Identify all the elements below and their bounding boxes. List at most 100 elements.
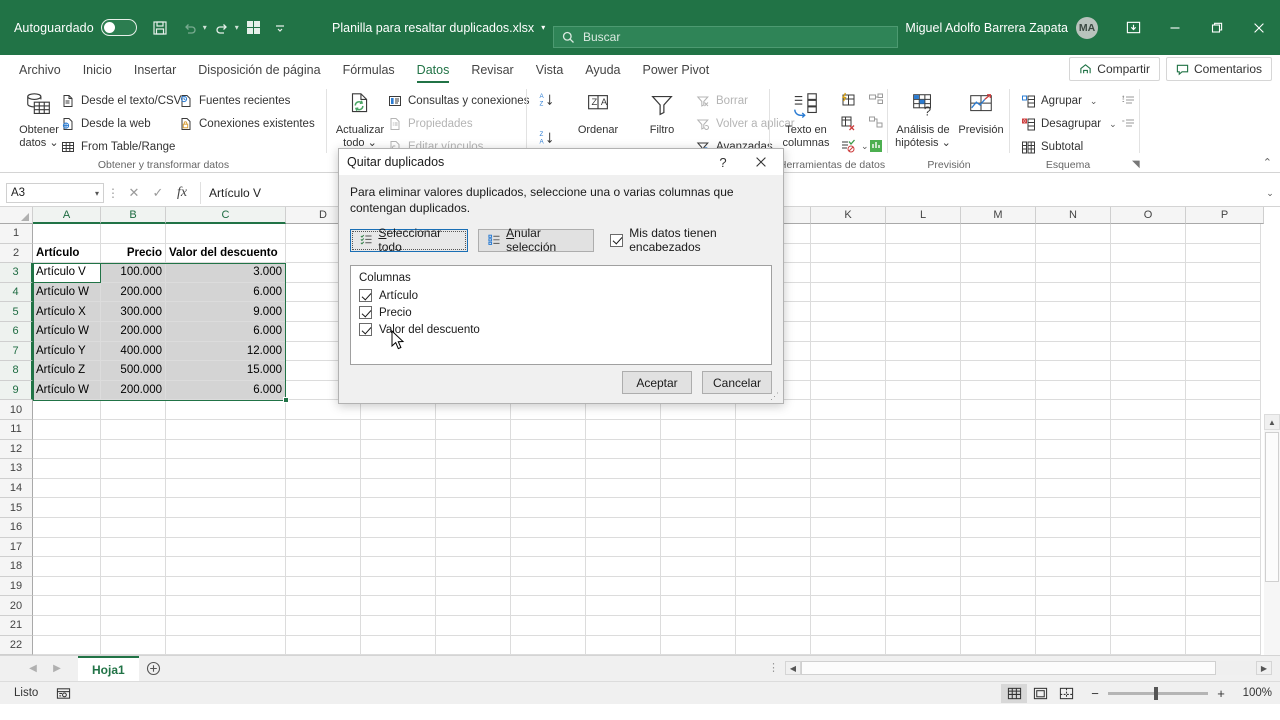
cell-o3[interactable] [1111, 263, 1186, 283]
cell-b21[interactable] [101, 616, 166, 636]
headers-checkbox[interactable] [610, 233, 624, 247]
cell-k15[interactable] [811, 498, 886, 518]
hide-detail-button[interactable] [1120, 114, 1136, 134]
cell-j17[interactable] [736, 537, 811, 558]
cell-p5[interactable] [1186, 302, 1261, 322]
scroll-up-arrow[interactable]: ▲ [1264, 414, 1280, 430]
cell-c22[interactable] [166, 635, 286, 655]
share-button[interactable]: Compartir [1069, 57, 1160, 81]
cell-d13[interactable] [286, 459, 361, 479]
cell-k8[interactable] [811, 361, 886, 381]
cell-l8[interactable] [886, 361, 961, 381]
cell-k16[interactable] [811, 518, 886, 538]
cell-d14[interactable] [286, 478, 361, 499]
cell-m9[interactable] [961, 380, 1036, 401]
cell-e22[interactable] [361, 635, 436, 655]
cell-n3[interactable] [1036, 263, 1111, 283]
cell-b3[interactable]: 100.000 [101, 263, 166, 283]
tab-formulas[interactable]: Fórmulas [332, 55, 406, 84]
cell-p10[interactable] [1186, 400, 1261, 420]
cell-o7[interactable] [1111, 341, 1186, 362]
cell-m8[interactable] [961, 361, 1036, 381]
column-checkbox-precio[interactable] [359, 306, 372, 319]
cell-e15[interactable] [361, 498, 436, 518]
cell-i11[interactable] [661, 420, 736, 440]
cell-i14[interactable] [661, 478, 736, 499]
cell-a1[interactable] [33, 224, 101, 244]
cell-k21[interactable] [811, 616, 886, 636]
cell-h14[interactable] [586, 478, 661, 499]
cell-l18[interactable] [886, 557, 961, 577]
cell-p6[interactable] [1186, 322, 1261, 342]
customize-quick-access-icon[interactable] [269, 13, 291, 43]
dialog-resize-grip[interactable]: ⋰ [770, 391, 781, 402]
cell-i18[interactable] [661, 557, 736, 577]
cell-f15[interactable] [436, 498, 511, 518]
cell-b9[interactable]: 200.000 [101, 380, 166, 401]
ribbon-item-subtotal[interactable]: Subtotal [1020, 137, 1083, 157]
add-sheet-button[interactable] [139, 656, 169, 682]
cell-l6[interactable] [886, 322, 961, 342]
cell-j15[interactable] [736, 498, 811, 518]
cell-d21[interactable] [286, 616, 361, 636]
cell-a8[interactable]: Artículo Z [33, 361, 101, 381]
comments-button[interactable]: Comentarios [1165, 57, 1272, 81]
cell-l13[interactable] [886, 459, 961, 479]
cell-g21[interactable] [511, 616, 586, 636]
cell-g16[interactable] [511, 518, 586, 538]
cell-i16[interactable] [661, 518, 736, 538]
ribbon-item-conexiones-existentes[interactable]: Conexiones existentes [178, 114, 315, 134]
row-header-6[interactable]: 6 [0, 322, 33, 342]
cell-p20[interactable] [1186, 596, 1261, 616]
cell-f20[interactable] [436, 596, 511, 616]
cell-m11[interactable] [961, 420, 1036, 440]
ribbon-item-fuentes-recientes[interactable]: Fuentes recientes [178, 91, 290, 111]
cell-k9[interactable] [811, 380, 886, 401]
cell-k13[interactable] [811, 459, 886, 479]
cell-k18[interactable] [811, 557, 886, 577]
cell-h12[interactable] [586, 439, 661, 460]
cell-k12[interactable] [811, 439, 886, 460]
cell-i20[interactable] [661, 596, 736, 616]
cell-k10[interactable] [811, 400, 886, 420]
ribbon-display-options-icon[interactable] [1112, 0, 1154, 55]
row-header-12[interactable]: 12 [0, 439, 33, 460]
cell-a13[interactable] [33, 459, 101, 479]
row-header-21[interactable]: 21 [0, 616, 33, 636]
cell-l16[interactable] [886, 518, 961, 538]
cell-l11[interactable] [886, 420, 961, 440]
cell-d18[interactable] [286, 557, 361, 577]
cell-l21[interactable] [886, 616, 961, 636]
cell-f16[interactable] [436, 518, 511, 538]
cell-m2[interactable] [961, 243, 1036, 264]
manage-data-model-button[interactable] [868, 136, 884, 156]
cell-n7[interactable] [1036, 341, 1111, 362]
cell-f11[interactable] [436, 420, 511, 440]
cell-n11[interactable] [1036, 420, 1111, 440]
cell-p17[interactable] [1186, 537, 1261, 558]
cell-k19[interactable] [811, 576, 886, 597]
cell-n22[interactable] [1036, 635, 1111, 655]
consolidate-button[interactable] [868, 90, 884, 110]
cell-l22[interactable] [886, 635, 961, 655]
cell-g20[interactable] [511, 596, 586, 616]
cell-k7[interactable] [811, 341, 886, 362]
columns-list[interactable]: Columnas Artículo Precio Valor del descu… [350, 265, 772, 365]
cell-m1[interactable] [961, 224, 1036, 244]
cell-o10[interactable] [1111, 400, 1186, 420]
cell-h21[interactable] [586, 616, 661, 636]
column-header-c[interactable]: C [166, 207, 286, 224]
cell-a10[interactable] [33, 400, 101, 420]
cell-f12[interactable] [436, 439, 511, 460]
sheet-nav-prev-icon[interactable]: ◀ [22, 659, 44, 679]
row-header-5[interactable]: 5 [0, 302, 33, 322]
horizontal-scroll-track[interactable] [801, 661, 1256, 675]
cell-f13[interactable] [436, 459, 511, 479]
cell-g17[interactable] [511, 537, 586, 558]
cell-c18[interactable] [166, 557, 286, 577]
redo-icon[interactable] [207, 13, 237, 43]
cell-n13[interactable] [1036, 459, 1111, 479]
cell-j16[interactable] [736, 518, 811, 538]
cell-m14[interactable] [961, 478, 1036, 499]
tab-disposicion-de-pagina[interactable]: Disposición de página [187, 55, 331, 84]
